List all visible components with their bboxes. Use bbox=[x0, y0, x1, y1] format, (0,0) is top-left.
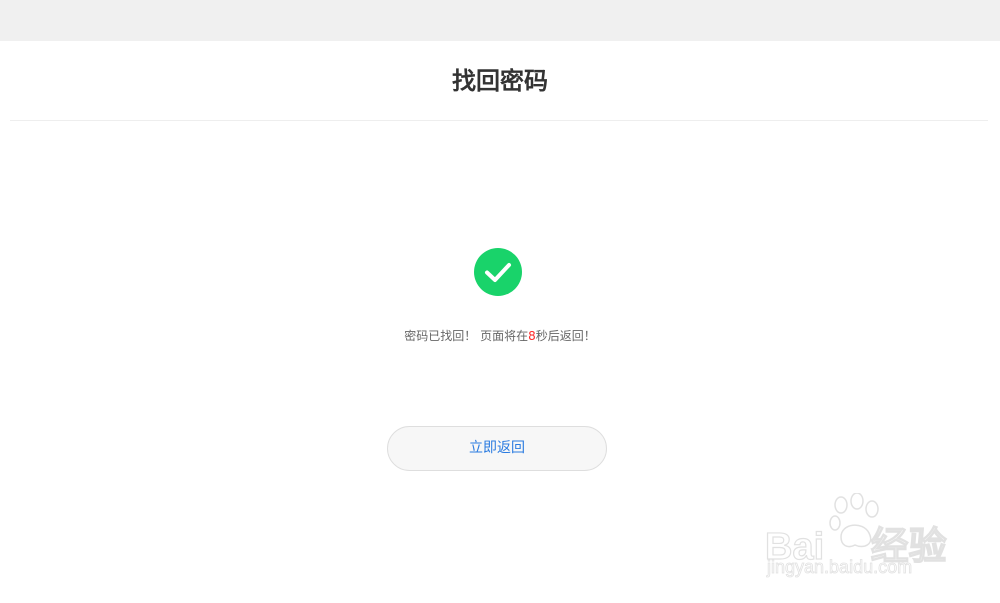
success-message: 密码已找回！ 页面将在8秒后返回！ bbox=[0, 327, 1000, 345]
message-prefix: 密码已找回！ 页面将在 bbox=[404, 329, 529, 343]
countdown-seconds: 8 bbox=[528, 329, 536, 343]
top-bar bbox=[0, 0, 1000, 41]
find-password-page: 找回密码 密码已找回！ 页面将在8秒后返回！ 立即返回 bbox=[0, 41, 1000, 603]
check-circle-icon bbox=[474, 248, 522, 296]
return-now-button[interactable]: 立即返回 bbox=[387, 426, 607, 471]
message-suffix: 秒后返回！ bbox=[535, 329, 596, 343]
page-title: 找回密码 bbox=[452, 67, 548, 95]
title-divider bbox=[10, 120, 988, 121]
